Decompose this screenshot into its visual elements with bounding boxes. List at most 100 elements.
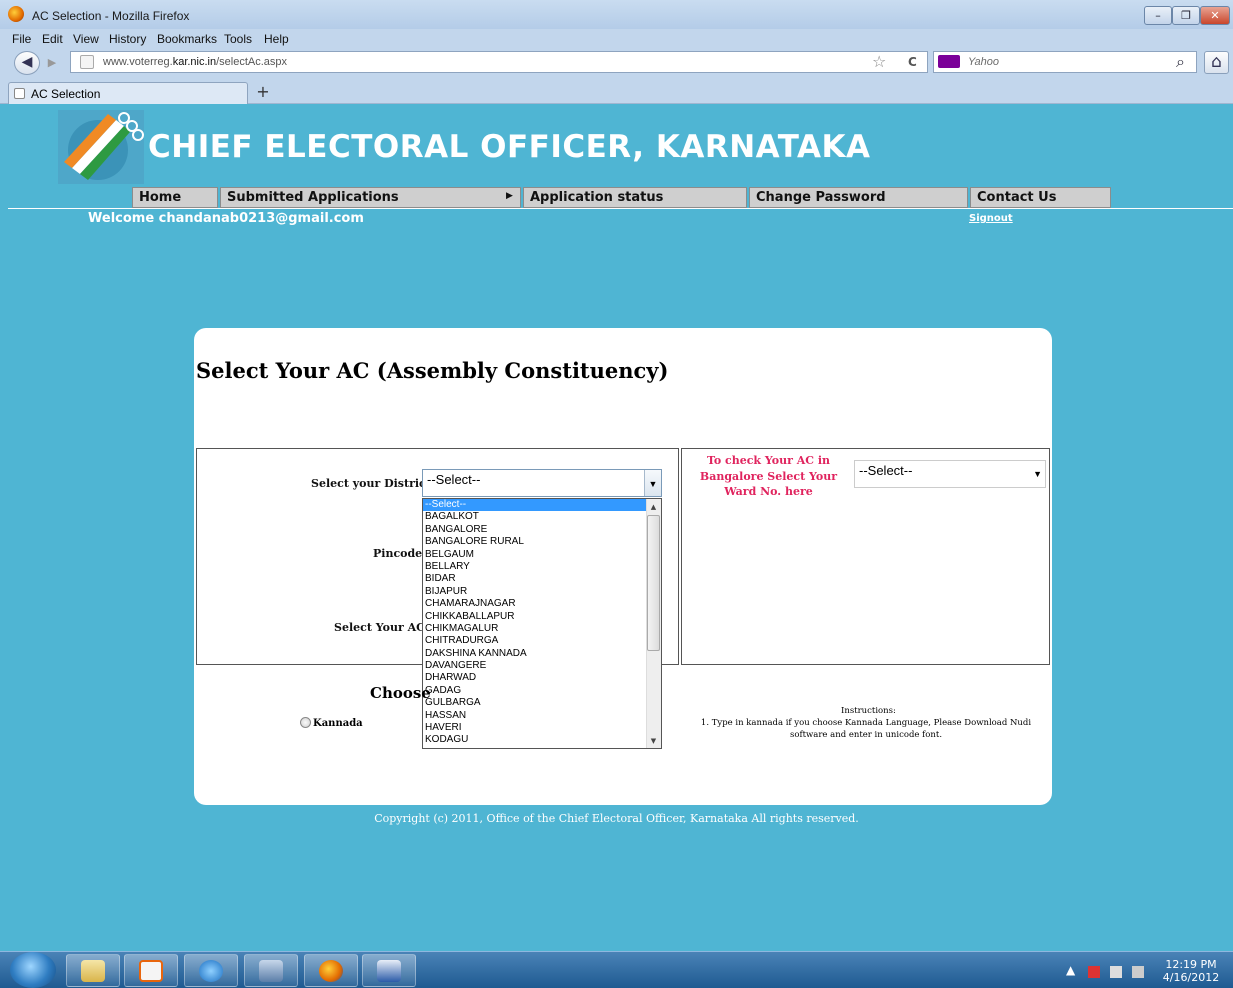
district-option[interactable]: DAVANGERE: [423, 660, 647, 672]
chevron-down-icon[interactable]: ▼: [644, 470, 661, 496]
district-option[interactable]: DHARWAD: [423, 672, 647, 684]
url-bar[interactable]: www.voterreg.kar.nic.in/selectAc.aspx: [70, 51, 928, 73]
scroll-down-icon[interactable]: ▼: [647, 734, 660, 748]
page-title: Select Your AC (Assembly Constituency): [196, 358, 669, 383]
back-button[interactable]: ◀: [14, 51, 40, 75]
folder-icon: [81, 960, 105, 982]
search-input[interactable]: Yahoo: [933, 51, 1197, 73]
menu-bookmarks[interactable]: Bookmarks: [157, 32, 217, 46]
window-title: AC Selection - Mozilla Firefox: [32, 9, 190, 23]
word-icon: [377, 960, 401, 982]
district-option[interactable]: BANGALORE: [423, 524, 647, 536]
firefox-icon: [8, 6, 24, 22]
scrollbar-thumb[interactable]: [647, 515, 660, 651]
district-option[interactable]: HAVERI: [423, 722, 647, 734]
choose-language-label: Choose: [370, 684, 431, 702]
taskbar-word[interactable]: [362, 954, 416, 987]
welcome-text: Welcome chandanab0213@gmail.com: [88, 211, 364, 226]
tray-arrow-icon[interactable]: ▲: [1066, 963, 1075, 977]
bookmark-star-icon[interactable]: ☆: [872, 52, 886, 71]
header-divider: [8, 208, 1233, 209]
new-tab-button[interactable]: +: [252, 82, 274, 102]
forward-button[interactable]: ▶: [42, 53, 62, 73]
district-option[interactable]: CHAMARAJNAGAR: [423, 598, 647, 610]
taskbar-firefox[interactable]: [304, 954, 358, 987]
district-option[interactable]: GULBARGA: [423, 697, 647, 709]
district-select-value: --Select--: [427, 472, 481, 487]
district-option[interactable]: BIJAPUR: [423, 586, 647, 598]
system-clock[interactable]: 12:19 PM 4/16/2012: [1160, 958, 1222, 984]
kannada-label: Kannada: [313, 718, 363, 729]
nav-change-password[interactable]: Change Password: [749, 187, 968, 208]
district-option[interactable]: CHIKMAGALUR: [423, 623, 647, 635]
district-option[interactable]: BANGALORE RURAL: [423, 536, 647, 548]
network-tray-icon[interactable]: [1110, 966, 1122, 978]
url-path: /selectAc.aspx: [216, 56, 288, 68]
nav-application-status[interactable]: Application status: [523, 187, 747, 208]
district-option[interactable]: BELGAUM: [423, 549, 647, 561]
eci-logo: [58, 110, 144, 184]
menu-file[interactable]: File: [12, 32, 31, 46]
district-options: --Select-- BAGALKOT BANGALORE BANGALORE …: [423, 499, 647, 747]
site-title: CHIEF ELECTORAL OFFICER, KARNATAKA: [148, 129, 871, 165]
scroll-up-icon[interactable]: ▲: [647, 500, 660, 514]
maximize-button[interactable]: ❐: [1172, 6, 1200, 25]
clock-time: 12:19 PM: [1165, 958, 1217, 971]
window-titlebar: AC Selection - Mozilla Firefox – ❐ ✕: [0, 0, 1233, 29]
district-option[interactable]: DAKSHINA KANNADA: [423, 648, 647, 660]
close-button[interactable]: ✕: [1200, 6, 1230, 25]
taskbar-explorer[interactable]: [66, 954, 120, 987]
instructions-text: 1. Type in kannada if you choose Kannada…: [700, 718, 1032, 740]
menu-view[interactable]: View: [73, 32, 99, 46]
menu-history[interactable]: History: [109, 32, 146, 46]
district-option[interactable]: CHITRADURGA: [423, 635, 647, 647]
district-option[interactable]: CHIKKABALLAPUR: [423, 611, 647, 623]
kannada-radio[interactable]: [300, 717, 311, 728]
url-domain: kar.nic.in: [172, 56, 217, 68]
ward-select[interactable]: --Select-- ▼: [854, 460, 1046, 488]
menu-help[interactable]: Help: [264, 32, 289, 46]
submenu-arrow-icon: ▶: [506, 191, 513, 201]
reload-icon[interactable]: C: [908, 55, 917, 69]
district-option[interactable]: KODAGU: [423, 734, 647, 746]
signout-link[interactable]: Signout: [969, 213, 1013, 224]
district-option[interactable]: BELLARY: [423, 561, 647, 573]
nav-submitted-label: Submitted Applications: [227, 190, 399, 205]
tab-title: AC Selection: [31, 87, 101, 101]
chevron-down-icon[interactable]: ▼: [1033, 469, 1042, 479]
yahoo-icon[interactable]: [938, 55, 960, 68]
site-identity-icon[interactable]: [80, 55, 94, 69]
action-center-icon[interactable]: [1088, 966, 1100, 978]
ward-select-value: --Select--: [859, 463, 913, 478]
media-player-icon: [139, 960, 163, 982]
ward-label: To check Your AC in Bangalore Select You…: [699, 454, 838, 498]
taskbar-media-player[interactable]: [124, 954, 178, 987]
search-icon[interactable]: ⌕: [1176, 52, 1185, 72]
url-prefix: www.voterreg.: [103, 56, 173, 68]
copyright-text: Copyright (c) 2011, Office of the Chief …: [374, 812, 859, 825]
clock-date: 4/16/2012: [1162, 971, 1220, 984]
district-option[interactable]: GADAG: [423, 685, 647, 697]
home-icon[interactable]: ⌂: [1204, 51, 1229, 74]
district-option[interactable]: BIDAR: [423, 573, 647, 585]
menu-bar: File Edit View History Bookmarks Tools H…: [0, 29, 1233, 48]
district-option[interactable]: --Select--: [423, 499, 647, 512]
menu-edit[interactable]: Edit: [42, 32, 63, 46]
network-icon: [259, 960, 283, 982]
district-option[interactable]: HASSAN: [423, 710, 647, 722]
nav-home[interactable]: Home: [132, 187, 218, 208]
internet-explorer-icon: [199, 960, 223, 982]
taskbar-internet-explorer[interactable]: [184, 954, 238, 987]
start-button[interactable]: [10, 952, 56, 988]
tab-ac-selection[interactable]: AC Selection: [8, 82, 248, 104]
taskbar-network[interactable]: [244, 954, 298, 987]
menu-tools[interactable]: Tools: [224, 32, 252, 46]
volume-muted-icon[interactable]: [1132, 966, 1144, 978]
nav-contact-us[interactable]: Contact Us: [970, 187, 1111, 208]
nav-submitted-applications[interactable]: Submitted Applications ▶: [220, 187, 521, 208]
firefox-icon: [319, 960, 343, 982]
district-select[interactable]: --Select-- ▼: [422, 469, 662, 497]
minimize-button[interactable]: –: [1144, 6, 1172, 25]
district-dropdown-list[interactable]: --Select-- BAGALKOT BANGALORE BANGALORE …: [422, 498, 662, 749]
district-option[interactable]: BAGALKOT: [423, 511, 647, 523]
